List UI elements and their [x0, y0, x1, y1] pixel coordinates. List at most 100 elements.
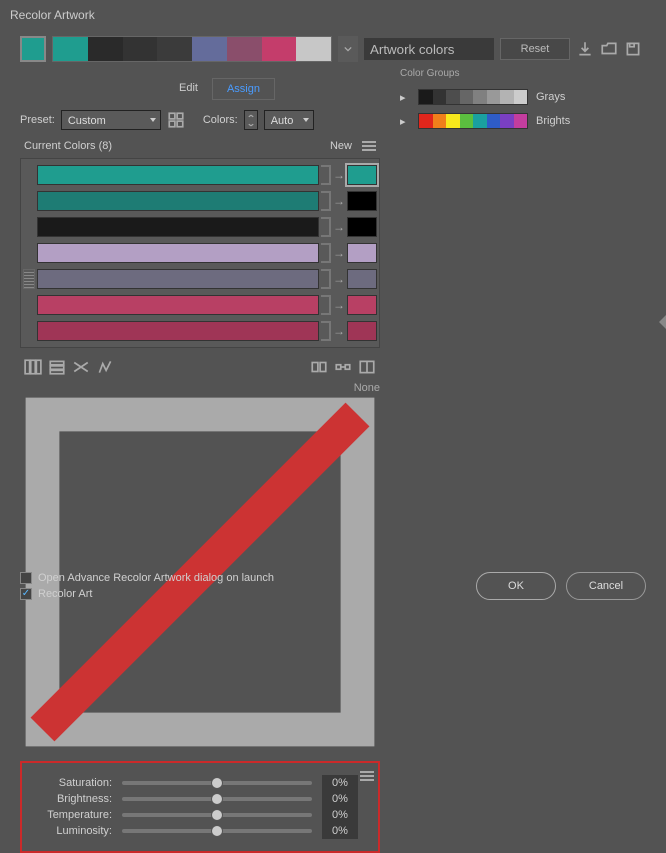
new-color-swatch[interactable]: [347, 321, 377, 341]
swatch[interactable]: [262, 37, 297, 61]
tab-edit[interactable]: Edit: [165, 78, 212, 100]
assign-arrow-icon[interactable]: →: [333, 168, 345, 182]
tab-assign[interactable]: Assign: [212, 78, 275, 100]
slider-value[interactable]: 0%: [322, 791, 358, 807]
color-tools-row: [20, 358, 380, 376]
open-advance-checkbox[interactable]: [20, 572, 32, 584]
sort-lightness-icon[interactable]: [48, 358, 66, 376]
preset-label: Preset:: [20, 114, 55, 126]
color-list-menu-icon[interactable]: [362, 141, 376, 151]
slider-row: Brightness: 0%: [32, 791, 358, 807]
slider-label: Luminosity:: [32, 825, 112, 837]
color-row[interactable]: →: [23, 215, 377, 239]
current-color-bar[interactable]: [37, 321, 319, 341]
swatch[interactable]: [123, 37, 158, 61]
swatch[interactable]: [192, 37, 227, 61]
separate-colors-icon[interactable]: [358, 358, 376, 376]
slider-value[interactable]: 0%: [322, 775, 358, 791]
new-color-swatch[interactable]: [347, 191, 377, 211]
random-change-icon[interactable]: [72, 358, 90, 376]
new-color-swatch[interactable]: [347, 295, 377, 315]
get-colors-icon[interactable]: [576, 40, 594, 58]
harmony-icon[interactable]: [167, 111, 185, 129]
new-color-swatch[interactable]: [347, 217, 377, 237]
slider-knob[interactable]: [211, 793, 223, 805]
merge-colors-icon[interactable]: [334, 358, 352, 376]
sort-hue-icon[interactable]: [24, 358, 42, 376]
assign-arrow-icon[interactable]: →: [333, 246, 345, 260]
recolor-dialog: Recolor Artwork Reset Edit Assign Preset…: [0, 0, 666, 616]
active-color-swatch[interactable]: [20, 36, 46, 62]
slider-row: Saturation: 0%: [32, 775, 358, 791]
swatch[interactable]: [157, 37, 192, 61]
save-group-icon[interactable]: [624, 40, 642, 58]
current-color-bar[interactable]: [37, 217, 319, 237]
colors-spinner[interactable]: [244, 110, 258, 130]
slider-menu-icon[interactable]: [360, 771, 374, 781]
row-handle[interactable]: [23, 243, 35, 263]
slider-knob[interactable]: [211, 777, 223, 789]
color-group-row[interactable]: ▸ Grays: [400, 85, 646, 109]
slider-box: Saturation: 0%Brightness: 0%Temperature:…: [20, 761, 380, 853]
swatch[interactable]: [227, 37, 262, 61]
row-handle[interactable]: [23, 191, 35, 211]
assign-arrow-icon[interactable]: →: [333, 298, 345, 312]
slider-track[interactable]: [122, 813, 312, 817]
color-group-swatches[interactable]: [418, 89, 528, 105]
swatch[interactable]: [88, 37, 123, 61]
color-groups-list: ▸ Grays▸ Brights: [400, 85, 646, 133]
reset-button[interactable]: Reset: [500, 38, 570, 60]
color-row[interactable]: →: [23, 189, 377, 213]
preset-select[interactable]: Custom: [61, 110, 161, 130]
current-color-bar[interactable]: [37, 191, 319, 211]
color-row[interactable]: →: [23, 319, 377, 343]
color-row[interactable]: →: [23, 293, 377, 317]
assign-arrow-icon[interactable]: →: [333, 194, 345, 208]
folder-icon[interactable]: [600, 40, 618, 58]
new-color-swatch[interactable]: [347, 243, 377, 263]
color-swatch-strip[interactable]: [52, 36, 332, 62]
swatch[interactable]: [53, 37, 88, 61]
recolor-art-checkbox[interactable]: [20, 588, 32, 600]
row-handle[interactable]: [23, 165, 35, 185]
flyout-handle[interactable]: [659, 315, 666, 329]
row-handle[interactable]: [23, 295, 35, 315]
slider-knob[interactable]: [211, 825, 223, 837]
current-color-bar[interactable]: [37, 295, 319, 315]
current-color-bar[interactable]: [37, 243, 319, 263]
colors-select[interactable]: Auto: [264, 110, 314, 130]
assign-arrow-icon[interactable]: →: [333, 220, 345, 234]
assign-arrow-icon[interactable]: →: [333, 272, 345, 286]
color-row[interactable]: →: [23, 163, 377, 187]
tab-strip: Edit Assign: [60, 78, 380, 100]
slider-knob[interactable]: [211, 809, 223, 821]
row-handle[interactable]: [23, 217, 35, 237]
chevron-right-icon[interactable]: ▸: [400, 115, 410, 128]
ok-button[interactable]: OK: [476, 572, 556, 600]
artwork-colors-input[interactable]: [364, 38, 494, 60]
swatch-dropdown-arrow[interactable]: [338, 36, 358, 62]
row-handle[interactable]: [23, 321, 35, 341]
slider-value[interactable]: 0%: [322, 823, 358, 839]
swatch[interactable]: [296, 37, 331, 61]
random-saturate-icon[interactable]: [96, 358, 114, 376]
color-group-swatches[interactable]: [418, 113, 528, 129]
slider-track[interactable]: [122, 829, 312, 833]
slider-value[interactable]: 0%: [322, 807, 358, 823]
current-color-bar[interactable]: [37, 165, 319, 185]
new-color-swatch[interactable]: [347, 165, 377, 185]
none-swatch-icon[interactable]: [20, 743, 380, 755]
row-handle[interactable]: [23, 269, 35, 289]
new-color-swatch[interactable]: [347, 269, 377, 289]
chevron-right-icon[interactable]: ▸: [400, 91, 410, 104]
cancel-button[interactable]: Cancel: [566, 572, 646, 600]
slider-track[interactable]: [122, 797, 312, 801]
slider-track[interactable]: [122, 781, 312, 785]
find-in-art-icon[interactable]: [310, 358, 328, 376]
current-color-bar[interactable]: [37, 269, 319, 289]
color-row[interactable]: →: [23, 241, 377, 265]
preset-row: Preset: Custom Colors: Auto: [20, 110, 380, 130]
assign-arrow-icon[interactable]: →: [333, 324, 345, 338]
color-row[interactable]: →: [23, 267, 377, 291]
color-group-row[interactable]: ▸ Brights: [400, 109, 646, 133]
